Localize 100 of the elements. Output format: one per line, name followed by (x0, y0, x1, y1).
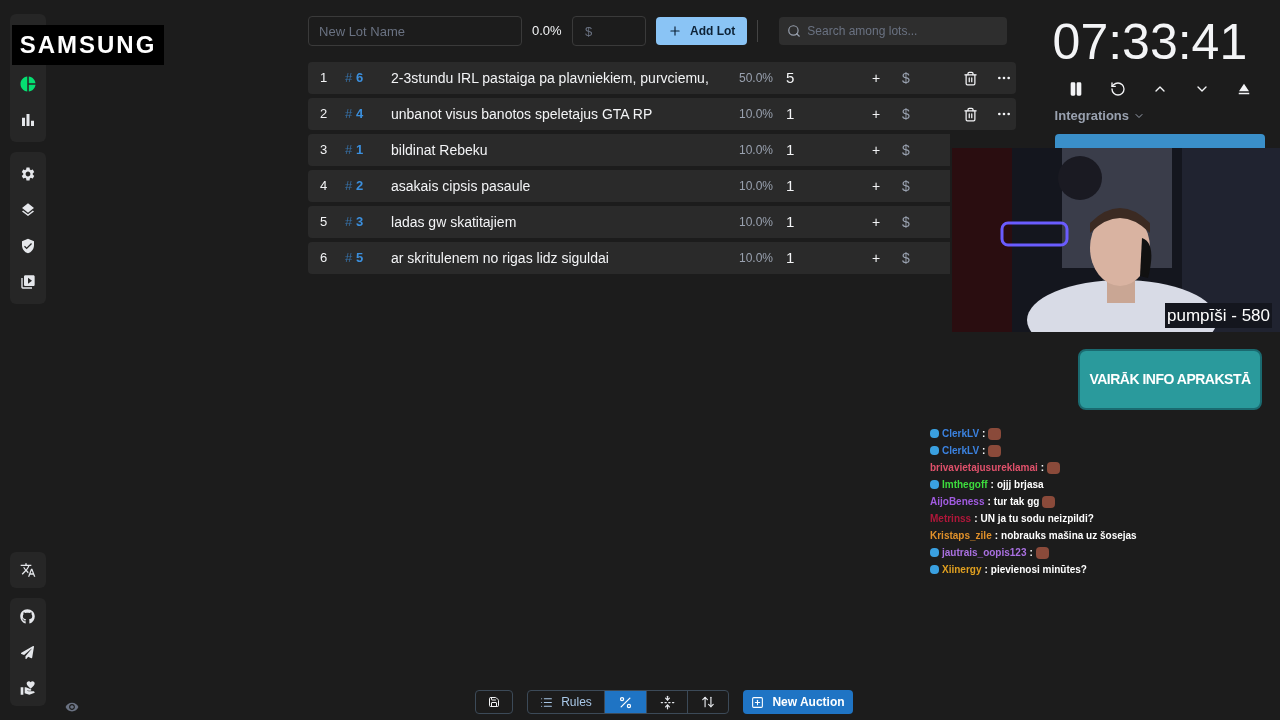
webcam-caption: pumpīši - 580 (1165, 302, 1272, 328)
settings-icon (19, 166, 36, 182)
lot-percent: 10.0% (738, 106, 773, 123)
lot-name: bildinat Rebeku (391, 140, 489, 160)
integrations-dropdown[interactable]: Integrations (1054, 106, 1155, 126)
chat-message: ojjj brjasa (996, 478, 1044, 492)
lot-amount: 1 (786, 175, 796, 196)
lot-name: asakais cipsis pasaule (391, 176, 532, 196)
translate-icon (19, 562, 36, 578)
add-money-button[interactable]: $ (896, 67, 916, 89)
pie-chart-icon (18, 75, 37, 93)
lot-amount: 1 (786, 247, 796, 268)
chat-username: ClerkLV (942, 427, 980, 441)
chat-username: jautrais_oopis123 (942, 546, 1027, 560)
rules-icon (540, 695, 554, 709)
chat-username: brivavietajusureklamai (930, 461, 1038, 475)
timer: 07:33:41 (1052, 13, 1249, 72)
lot-id: # 1 (345, 141, 365, 160)
lot-index: 2 (319, 105, 329, 124)
chat-username: Xiinergy (942, 563, 982, 577)
lot-name: 2-3stundu IRL pastaiga pa plavniekiem, purvciemu, (391, 68, 710, 88)
save-icon (488, 696, 500, 708)
chat-message: nobrauks mašina uz šosejas (1001, 529, 1137, 543)
integration-button[interactable] (1054, 133, 1265, 148)
lot-index: 3 (319, 141, 329, 160)
add-amount-button[interactable]: + (866, 211, 886, 233)
delete-icon[interactable] (963, 70, 978, 86)
lot-row[interactable]: 2 # 4 unbanot visus banotos speletajus GTA RP 10.0% 1 + $ (308, 98, 1016, 130)
add-amount-button[interactable]: + (866, 67, 886, 89)
lot-index: 4 (319, 177, 329, 196)
lot-amount: 1 (786, 103, 796, 124)
lot-id: # 6 (345, 69, 365, 88)
chat-message: pievienosi minūtes? (990, 563, 1087, 577)
add-money-button[interactable]: $ (896, 247, 916, 269)
lot-row[interactable]: 4 # 2 asakais cipsis pasaule 10.0% 1 + $ (308, 170, 950, 202)
lot-percent: 10.0% (738, 214, 773, 231)
chat-separator: : (990, 478, 994, 492)
shield-check-icon (19, 238, 36, 254)
lot-index: 1 (319, 69, 329, 88)
search-icon (787, 24, 802, 38)
chat-separator: : (994, 529, 999, 543)
add-money-button[interactable]: $ (896, 139, 916, 161)
github-icon (20, 608, 36, 624)
lot-percent: 10.0% (738, 142, 773, 159)
fold-icon (659, 694, 675, 710)
lot-name: ar skritulenem no rigas lidz siguldai (391, 248, 610, 268)
lot-id: # 5 (345, 249, 365, 268)
save-button[interactable] (475, 690, 513, 714)
lot-name: ladas gw skatitajiem (391, 212, 518, 232)
hand-heart-icon (19, 680, 36, 696)
lot-amount: 1 (786, 139, 796, 160)
chat-separator: : (1029, 546, 1033, 560)
lot-id: # 4 (345, 105, 365, 124)
add-amount-button[interactable]: + (866, 247, 886, 269)
lot-id: # 2 (345, 177, 365, 196)
add-amount-button[interactable]: + (866, 103, 886, 125)
lot-percent: 10.0% (738, 178, 773, 195)
search-field[interactable]: Search among lots... (779, 17, 1008, 45)
chat-username: Kristaps_zile (930, 529, 992, 543)
sort-icon (701, 695, 715, 709)
chat-message: tur tak gg (993, 495, 1040, 509)
percent-label: 0.0% (532, 22, 563, 41)
lot-name-field[interactable]: New Lot Name (308, 16, 522, 46)
lot-row[interactable]: 6 # 5 ar skritulenem no rigas lidz siguldai 10.0% 1 + $ (308, 242, 950, 274)
add-money-button[interactable]: $ (896, 103, 916, 125)
layers-icon (19, 202, 36, 218)
amount-field[interactable]: $ (572, 16, 646, 46)
chat-separator: : (974, 512, 978, 526)
chat-username: ClerkLV (942, 444, 980, 458)
eye-icon[interactable] (65, 700, 80, 714)
add-money-button[interactable]: $ (896, 175, 916, 197)
lot-row[interactable]: 1 # 6 2-3stundu IRL pastaiga pa plavniekiem, purvciemu, 50.0% 5 + $ (308, 62, 1016, 94)
chat-separator: : (987, 495, 991, 509)
lot-row[interactable]: 3 # 1 bildinat Rebeku 10.0% 1 + $ (308, 134, 950, 166)
chat-message: UN ja tu sodu neizpildi? (980, 512, 1094, 526)
lot-row[interactable]: 5 # 3 ladas gw skatitajiem 10.0% 1 + $ (308, 206, 950, 238)
add-amount-button[interactable]: + (866, 139, 886, 161)
add-lot-button[interactable]: Add Lot (656, 17, 748, 45)
lot-amount: 1 (786, 211, 796, 232)
reset-icon (1109, 81, 1126, 97)
video-library-icon (19, 274, 36, 290)
new-auction-button[interactable]: New Auction (743, 690, 853, 714)
chat-separator: : (982, 444, 986, 458)
lot-amount: 5 (786, 67, 796, 88)
delete-icon[interactable] (963, 106, 978, 122)
add-money-button[interactable]: $ (896, 211, 916, 233)
banner-text: VAIRĀK INFO APRAKSTĀ (1089, 370, 1251, 389)
lot-percent: 50.0% (738, 70, 773, 87)
chat-separator: : (982, 427, 986, 441)
chat-username: Metrinss (930, 512, 972, 526)
chat-separator: : (1040, 461, 1045, 475)
paper-plane-icon (21, 645, 35, 659)
mode-toggle[interactable] (604, 691, 646, 713)
chat-username: Imthegoff (942, 478, 988, 492)
lot-index: 5 (319, 213, 329, 232)
lot-name: unbanot visus banotos speletajus GTA RP (391, 104, 654, 124)
add-amount-button[interactable]: + (866, 175, 886, 197)
chat-separator: : (984, 563, 988, 577)
plus-icon (668, 24, 682, 38)
lot-id: # 3 (345, 213, 365, 232)
